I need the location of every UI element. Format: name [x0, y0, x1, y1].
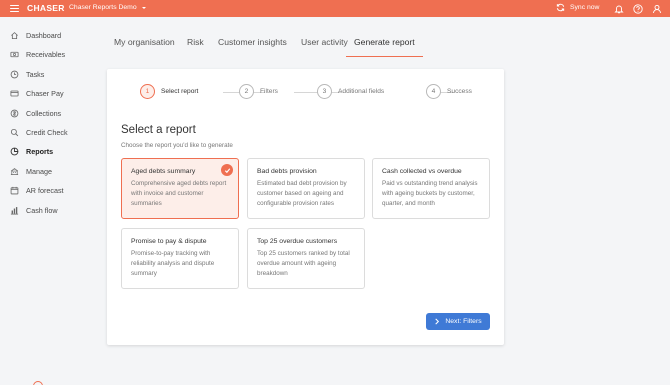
search-icon — [10, 128, 19, 137]
sidebar-item-label: Collections — [26, 108, 62, 118]
sidebar-item-label: Credit Check — [26, 127, 68, 137]
hamburger-menu-icon[interactable] — [10, 4, 19, 13]
report-option-promise-to-pay-dispute[interactable]: Promise to pay & dispute Promise-to-pay … — [121, 228, 239, 289]
report-option-title: Promise to pay & dispute — [131, 238, 207, 245]
sync-icon — [556, 3, 565, 12]
tab-generate-report[interactable]: Generate report — [346, 30, 423, 57]
manage-icon — [10, 167, 19, 176]
sidebar-item-label: Receivables — [26, 49, 66, 59]
chevron-right-icon — [435, 318, 440, 325]
reports-icon — [10, 147, 19, 156]
sidebar-item-label: Reports — [26, 146, 54, 156]
sidebar-item-reports[interactable]: Reports — [10, 144, 90, 158]
report-option-title: Bad debts provision — [257, 168, 317, 175]
page-title: Select a report — [121, 124, 196, 136]
collections-icon — [10, 109, 19, 118]
tab-customer-insights[interactable]: Customer insights — [218, 30, 287, 57]
sidebar-item-collections[interactable]: Collections — [10, 106, 90, 120]
sidebar-item-label: Chaser Pay — [26, 88, 64, 98]
report-option-description: Estimated bad debt provision by customer… — [257, 180, 347, 207]
report-option-description: Promise-to-pay tracking with reliability… — [131, 250, 215, 277]
step-number: 3 — [317, 84, 332, 99]
step-label: Additional fields — [338, 88, 385, 95]
report-option-aged-debts-summary[interactable]: Aged debts summary Comprehensive aged de… — [121, 158, 239, 219]
report-option-title: Top 25 overdue customers — [257, 238, 338, 245]
cash-icon — [10, 50, 19, 59]
user-icon[interactable] — [651, 3, 662, 14]
bar-chart-icon — [10, 206, 19, 215]
step-number: 4 — [426, 84, 441, 99]
sidebar: Dashboard Receivables Tasks Chaser Pay C… — [0, 17, 92, 385]
step-select-report: 1 Select report — [140, 84, 198, 99]
step-success: 4 Success — [426, 84, 472, 99]
sync-label: Sync now — [570, 4, 600, 11]
sidebar-item-receivables[interactable]: Receivables — [10, 47, 90, 61]
sidebar-item-label: Dashboard — [26, 30, 62, 40]
sidebar-item-label: AR forecast — [26, 185, 64, 195]
page-subtitle: Choose the report you'd like to generate — [121, 142, 233, 149]
sidebar-item-label: Cash flow — [26, 205, 58, 215]
sidebar-item-dashboard[interactable]: Dashboard — [10, 28, 90, 42]
report-option-cash-collected-vs-overdue[interactable]: Cash collected vs overdue Paid vs outsta… — [372, 158, 490, 219]
report-option-top-25-overdue-customers[interactable]: Top 25 overdue customers Top 25 customer… — [247, 228, 365, 289]
org-name: Chaser Reports Demo — [69, 4, 137, 11]
top-bar: CHASER Chaser Reports Demo Sync now — [0, 0, 670, 17]
sidebar-item-manage[interactable]: Manage — [10, 164, 90, 178]
step-additional-fields: 3 Additional fields — [317, 84, 384, 99]
help-icon[interactable] — [632, 3, 643, 14]
check-icon — [221, 164, 233, 176]
step-label: Select report — [161, 88, 199, 95]
tab-my-organisation[interactable]: My organisation — [114, 30, 175, 57]
step-filters: 2 Filters — [239, 84, 278, 99]
sidebar-item-credit-check[interactable]: Credit Check — [10, 125, 90, 139]
step-label: Filters — [260, 88, 278, 95]
card-icon — [10, 89, 19, 98]
calendar-icon — [10, 186, 19, 195]
app-logo: CHASER — [27, 3, 65, 13]
sidebar-item-ar-forecast[interactable]: AR forecast — [10, 183, 90, 197]
generate-report-card: 1 Select report 2 Filters 3 Additional f… — [107, 69, 504, 345]
clock-icon — [10, 70, 19, 79]
step-number: 1 — [140, 84, 155, 99]
tab-risk[interactable]: Risk — [187, 30, 204, 57]
tab-user-activity[interactable]: User activity — [301, 30, 348, 57]
report-option-title: Cash collected vs overdue — [382, 168, 462, 175]
chevron-down-icon — [141, 6, 146, 9]
report-option-bad-debts-provision[interactable]: Bad debts provision Estimated bad debt p… — [247, 158, 365, 219]
home-icon — [10, 31, 19, 40]
sidebar-item-label: Manage — [26, 166, 52, 176]
sidebar-item-chaser-pay[interactable]: Chaser Pay — [10, 86, 90, 100]
step-label: Success — [447, 88, 472, 95]
sync-now-button[interactable]: Sync now — [556, 3, 599, 12]
org-switcher[interactable]: Chaser Reports Demo — [69, 4, 146, 11]
report-option-title: Aged debts summary — [131, 168, 196, 175]
sidebar-item-tasks[interactable]: Tasks — [10, 67, 90, 81]
next-filters-button[interactable]: Next: Filters — [426, 313, 490, 330]
help-widget-icon[interactable] — [33, 381, 43, 385]
sidebar-item-cash-flow[interactable]: Cash flow — [10, 203, 90, 217]
step-number: 2 — [239, 84, 254, 99]
report-option-description: Comprehensive aged debts report with inv… — [131, 180, 227, 207]
next-button-label: Next: Filters — [445, 318, 482, 325]
report-option-description: Paid vs outstanding trend analysis with … — [382, 180, 478, 207]
bell-icon[interactable] — [613, 3, 624, 14]
stepper: 1 Select report 2 Filters 3 Additional f… — [140, 84, 480, 100]
sidebar-item-label: Tasks — [26, 69, 45, 79]
report-option-description: Top 25 customers ranked by total overdue… — [257, 250, 350, 277]
